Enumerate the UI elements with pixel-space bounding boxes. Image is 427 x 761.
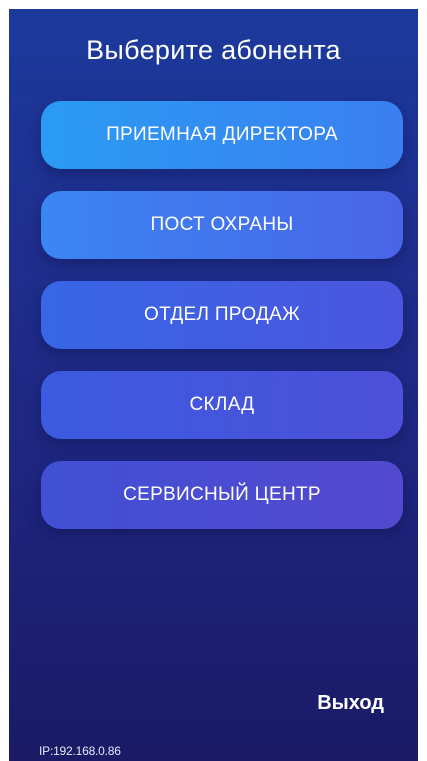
subscriber-select-screen: Выберите абонента ПРИЕМНАЯ ДИРЕКТОРА ПОС…: [9, 9, 418, 761]
exit-button[interactable]: Выход: [317, 692, 384, 715]
subscriber-button-reception[interactable]: ПРИЕМНАЯ ДИРЕКТОРА: [41, 101, 403, 169]
subscriber-button-warehouse[interactable]: СКЛАД: [41, 371, 403, 439]
page-title: Выберите абонента: [86, 35, 341, 65]
ip-address-label: IP:192.168.0.86: [39, 744, 121, 758]
subscriber-button-security[interactable]: ПОСТ ОХРАНЫ: [41, 191, 403, 259]
subscriber-button-sales[interactable]: ОТДЕЛ ПРОДАЖ: [41, 281, 403, 349]
subscriber-button-service-center[interactable]: СЕРВИСНЫЙ ЦЕНТР: [41, 461, 403, 529]
